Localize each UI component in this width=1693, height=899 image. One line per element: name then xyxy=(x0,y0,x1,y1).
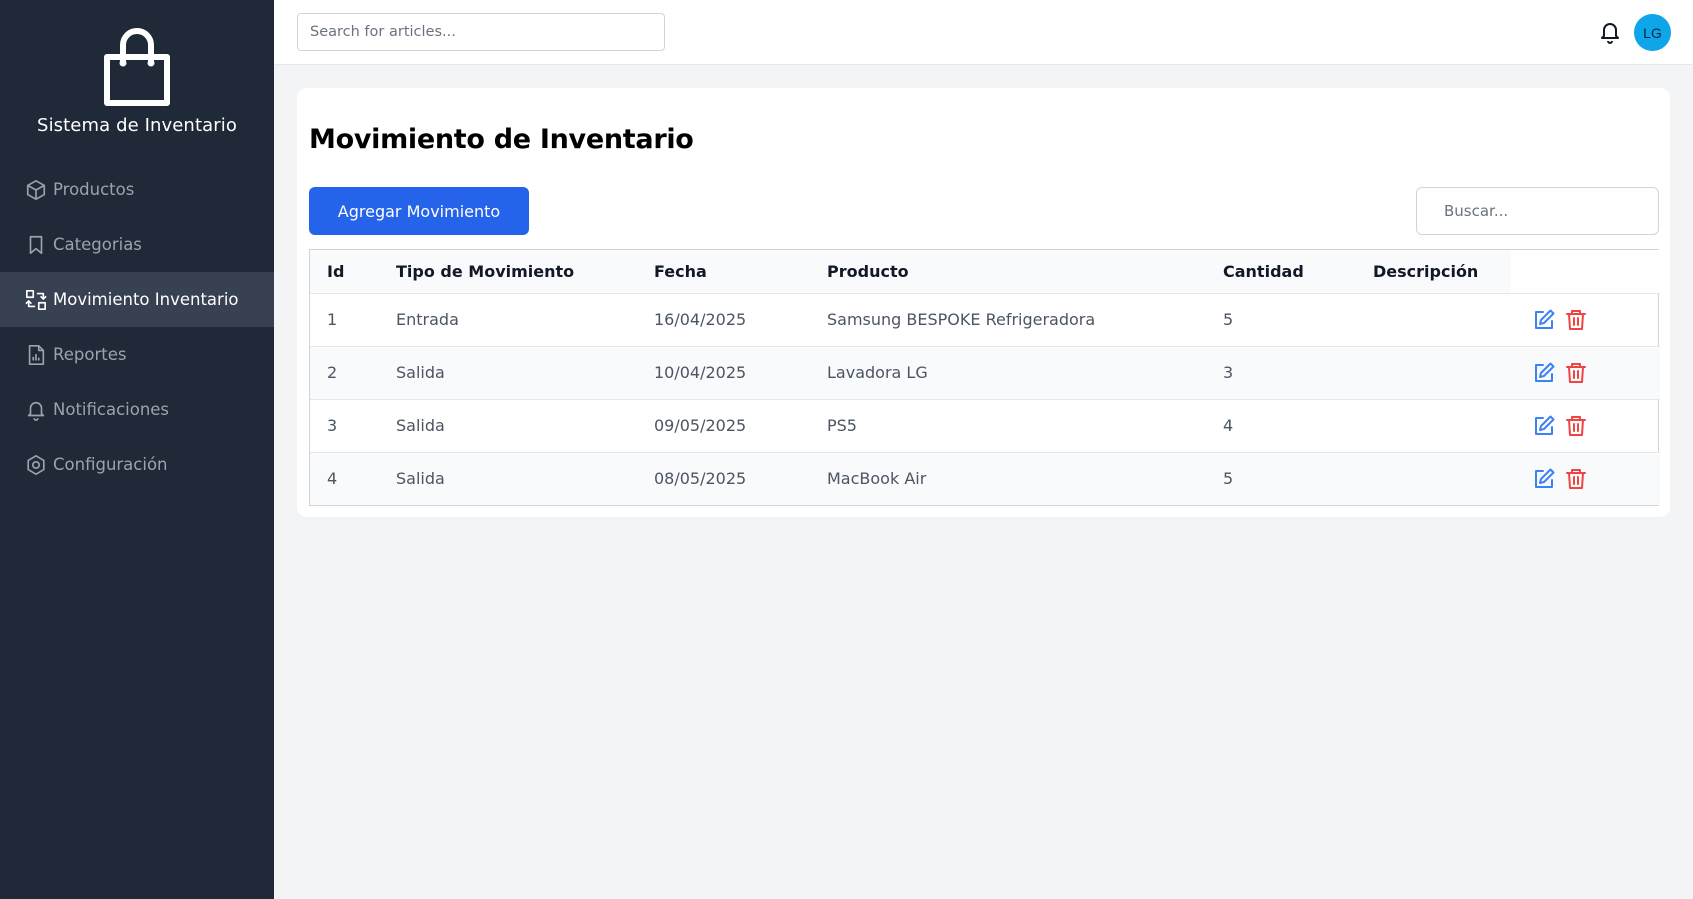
avatar[interactable]: LG xyxy=(1634,14,1671,51)
sidebar-item-reportes[interactable]: Reportes xyxy=(0,327,274,382)
sidebar-item-notificaciones[interactable]: Notificaciones xyxy=(0,382,274,437)
cell-id: 3 xyxy=(310,399,379,453)
column-header-id[interactable]: Id xyxy=(310,250,379,294)
brand: Sistema de Inventario xyxy=(0,0,274,150)
shopping-bag-icon xyxy=(104,28,170,106)
content-card: Movimiento de Inventario Agregar Movimie… xyxy=(297,88,1670,517)
cell-tipo: Salida xyxy=(379,452,637,505)
topbar: LG xyxy=(274,0,1693,65)
trash-icon[interactable] xyxy=(1563,466,1589,492)
cell-cantidad: 5 xyxy=(1206,452,1356,505)
cell-tipo: Entrada xyxy=(379,293,637,347)
cell-actions xyxy=(1511,293,1660,347)
cell-cantidad: 4 xyxy=(1206,399,1356,453)
table-row: 3 Salida 09/05/2025 PS5 4 xyxy=(310,399,1660,453)
cell-producto: MacBook Air xyxy=(810,452,1206,505)
cell-tipo: Salida xyxy=(379,346,637,400)
edit-icon[interactable] xyxy=(1531,466,1557,492)
cell-cantidad: 3 xyxy=(1206,346,1356,400)
table-search-input[interactable] xyxy=(1416,187,1659,235)
cell-descripcion xyxy=(1356,452,1511,505)
cell-producto: Samsung BESPOKE Refrigeradora xyxy=(810,293,1206,347)
sidebar-item-movimiento-inventario[interactable]: Movimiento Inventario xyxy=(0,272,274,327)
notifications-bell-icon[interactable] xyxy=(1596,18,1624,46)
sidebar-item-label: Notificaciones xyxy=(53,400,170,419)
sidebar-item-categorias[interactable]: Categorias xyxy=(0,217,274,272)
cell-tipo: Salida xyxy=(379,399,637,453)
cell-cantidad: 5 xyxy=(1206,293,1356,347)
edit-icon[interactable] xyxy=(1531,413,1557,439)
bell-icon xyxy=(25,399,47,421)
cell-id: 4 xyxy=(310,452,379,505)
trash-icon[interactable] xyxy=(1563,307,1589,333)
cell-fecha: 09/05/2025 xyxy=(637,399,810,453)
cell-actions xyxy=(1511,399,1660,453)
sidebar-item-label: Categorias xyxy=(53,235,142,254)
cell-producto: Lavadora LG xyxy=(810,346,1206,400)
search-input[interactable] xyxy=(297,13,665,51)
cell-fecha: 16/04/2025 xyxy=(637,293,810,347)
sidebar-item-label: Productos xyxy=(53,180,135,199)
sidebar: Sistema de Inventario Productos Categori… xyxy=(0,0,274,899)
cell-fecha: 10/04/2025 xyxy=(637,346,810,400)
table-row: 1 Entrada 16/04/2025 Samsung BESPOKE Ref… xyxy=(310,293,1660,347)
trash-icon[interactable] xyxy=(1563,413,1589,439)
column-header-producto[interactable]: Producto xyxy=(810,250,1206,294)
table-header-row: Id Tipo de Movimiento Fecha Producto Can… xyxy=(310,250,1660,294)
cell-id: 1 xyxy=(310,293,379,347)
bookmark-icon xyxy=(25,234,47,256)
swap-icon xyxy=(25,289,47,311)
movements-table: Id Tipo de Movimiento Fecha Producto Can… xyxy=(309,249,1660,506)
edit-icon[interactable] xyxy=(1531,360,1557,386)
sidebar-item-productos[interactable]: Productos xyxy=(0,162,274,217)
sidebar-item-label: Movimiento Inventario xyxy=(53,290,239,309)
cell-fecha: 08/05/2025 xyxy=(637,452,810,505)
sidebar-nav: Productos Categorias Movimiento Inventar… xyxy=(0,162,274,492)
table-row: 4 Salida 08/05/2025 MacBook Air 5 xyxy=(310,452,1660,505)
column-header-descripcion[interactable]: Descripción xyxy=(1356,250,1511,294)
cell-descripcion xyxy=(1356,293,1511,347)
sidebar-item-label: Reportes xyxy=(53,345,127,364)
column-header-cantidad[interactable]: Cantidad xyxy=(1206,250,1356,294)
cube-icon xyxy=(25,179,47,201)
sidebar-item-configuracion[interactable]: Configuración xyxy=(0,437,274,492)
cell-producto: PS5 xyxy=(810,399,1206,453)
report-icon xyxy=(25,344,47,366)
cell-descripcion xyxy=(1356,346,1511,400)
edit-icon[interactable] xyxy=(1531,307,1557,333)
cell-actions xyxy=(1511,346,1660,400)
cell-id: 2 xyxy=(310,346,379,400)
page-title: Movimiento de Inventario xyxy=(309,124,694,155)
app-title: Sistema de Inventario xyxy=(37,115,237,136)
trash-icon[interactable] xyxy=(1563,360,1589,386)
add-movement-button[interactable]: Agregar Movimiento xyxy=(309,187,529,235)
sidebar-item-label: Configuración xyxy=(53,455,168,474)
gear-icon xyxy=(25,454,47,476)
column-header-fecha[interactable]: Fecha xyxy=(637,250,810,294)
table-row: 2 Salida 10/04/2025 Lavadora LG 3 xyxy=(310,346,1660,400)
column-header-tipo[interactable]: Tipo de Movimiento xyxy=(379,250,637,294)
cell-actions xyxy=(1511,452,1660,505)
cell-descripcion xyxy=(1356,399,1511,453)
column-header-actions xyxy=(1511,250,1660,294)
